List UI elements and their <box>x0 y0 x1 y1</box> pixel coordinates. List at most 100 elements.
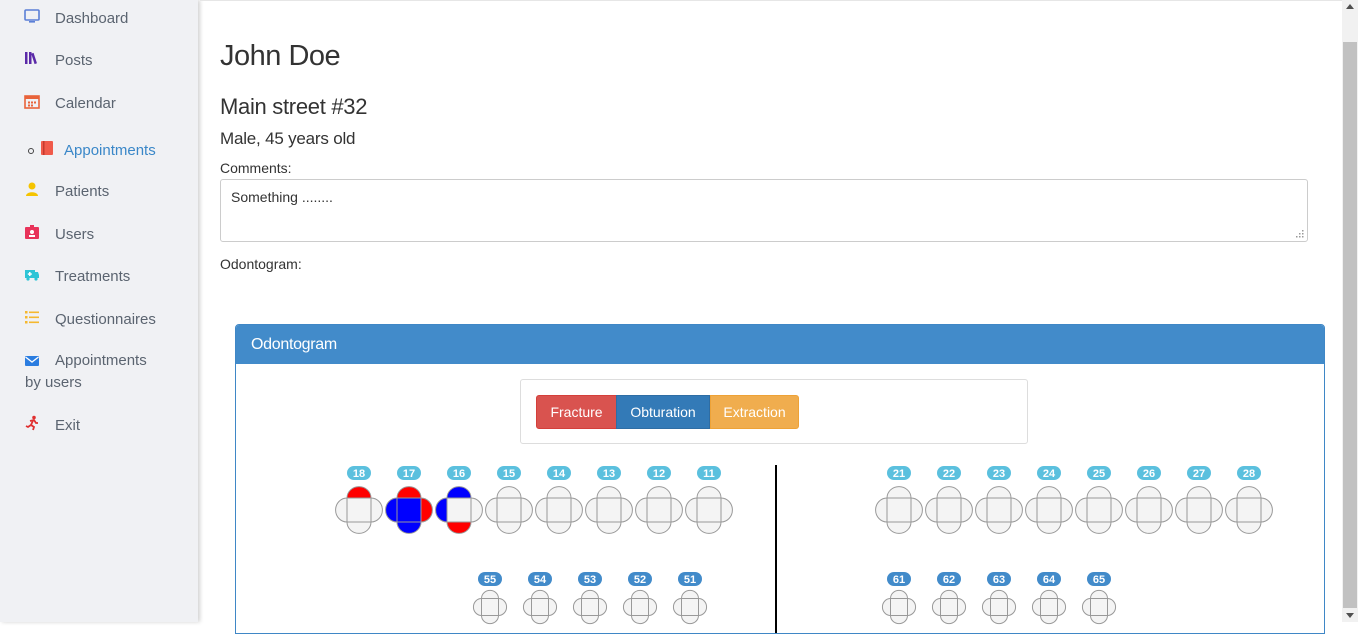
sidebar-item-label: Dashboard <box>55 10 129 27</box>
tooth[interactable] <box>535 486 583 534</box>
tooth[interactable] <box>585 486 633 534</box>
scroll-up-icon[interactable] <box>1346 4 1354 9</box>
sidebar-item-appointments-by-users[interactable]: Appointments by users <box>0 350 198 394</box>
books-icon <box>25 52 37 65</box>
tooth-number: 21 <box>893 468 905 480</box>
tooth-number: 12 <box>653 468 665 480</box>
tooth-number: 28 <box>1243 468 1255 480</box>
tooth-surface-center[interactable] <box>596 497 622 523</box>
tooth[interactable] <box>875 486 923 534</box>
sidebar-item-posts[interactable]: Posts <box>0 50 198 71</box>
sidebar-item-users[interactable]: Users <box>0 224 198 245</box>
tooth-surface-center[interactable] <box>481 598 499 616</box>
tooth-number: 51 <box>684 574 696 586</box>
tooth-number: 53 <box>584 574 596 586</box>
sidebar-item-label: Appointments <box>64 142 156 159</box>
sidebar-item-appointments[interactable]: Appointments <box>0 140 198 161</box>
sidebar-item-treatments[interactable]: Treatments <box>0 266 198 287</box>
calendar-icon <box>24 95 40 109</box>
sidebar-item-patients[interactable]: Patients <box>0 181 198 202</box>
tooth[interactable] <box>981 589 1017 625</box>
tooth[interactable] <box>672 589 708 625</box>
list-icon <box>25 311 39 324</box>
tooth-number: 13 <box>603 468 615 480</box>
sidebar-item-calendar[interactable]: Calendar <box>0 93 198 114</box>
tooth-surface-center[interactable] <box>940 598 958 616</box>
tooth[interactable] <box>931 589 967 625</box>
tooth[interactable] <box>335 486 383 534</box>
tooth[interactable] <box>522 589 558 625</box>
tooth-surface-center[interactable] <box>986 497 1012 523</box>
scroll-down-icon[interactable] <box>1346 613 1354 618</box>
tooth[interactable] <box>925 486 973 534</box>
tooth-surface-center[interactable] <box>886 497 912 523</box>
tooth-surface-center[interactable] <box>1236 497 1262 523</box>
tooth[interactable] <box>1031 589 1067 625</box>
tooth-surface-center[interactable] <box>936 497 962 523</box>
tooth-surface-center[interactable] <box>681 598 699 616</box>
id-card-icon <box>25 225 39 239</box>
tooth[interactable] <box>1125 486 1173 534</box>
tooth-surface-center[interactable] <box>396 497 422 523</box>
scroll-thumb[interactable] <box>1343 42 1357 608</box>
patient-name: John Doe <box>220 40 341 72</box>
book-icon <box>41 141 53 155</box>
sidebar-item-label: Calendar <box>55 95 116 112</box>
tooth-number: 17 <box>403 468 415 480</box>
tooth-surface-center[interactable] <box>1036 497 1062 523</box>
tooth[interactable] <box>385 486 433 534</box>
patient-info: Male, 45 years old <box>220 129 356 148</box>
resize-handle-icon[interactable] <box>1296 230 1304 238</box>
tooth-surface-center[interactable] <box>646 497 672 523</box>
tooth[interactable] <box>572 589 608 625</box>
sidebar-item-questionnaires[interactable]: Questionnaires <box>0 309 198 330</box>
tooth[interactable] <box>975 486 1023 534</box>
sidebar-item-label: Treatments <box>55 268 131 285</box>
tooth-surface-center[interactable] <box>496 497 522 523</box>
tooth-surface-center[interactable] <box>1136 497 1162 523</box>
tooth-surface-center[interactable] <box>631 598 649 616</box>
sidebar-item-exit[interactable]: Exit <box>0 415 198 436</box>
odontogram-label: Odontogram: <box>220 256 302 272</box>
tooth[interactable] <box>435 486 483 534</box>
main-content: John Doe Main street #32 Male, 45 years … <box>200 0 1342 634</box>
tooth-number: 14 <box>553 468 566 480</box>
comments-textarea[interactable]: Something ........ <box>220 179 1308 242</box>
tooth[interactable] <box>635 486 683 534</box>
tooth-surface-center[interactable] <box>581 598 599 616</box>
tooth-number: 23 <box>993 468 1005 480</box>
tooth[interactable] <box>485 486 533 534</box>
tooth[interactable] <box>1081 589 1117 625</box>
tooth-surface-center[interactable] <box>1086 497 1112 523</box>
tooth[interactable] <box>1175 486 1223 534</box>
tooth-number: 27 <box>1193 468 1205 480</box>
tooth-number: 52 <box>634 574 646 586</box>
tooth[interactable] <box>685 486 733 534</box>
tooth-surface-center[interactable] <box>1090 598 1108 616</box>
sidebar-item-label: Appointments by users <box>25 352 147 391</box>
user-icon <box>26 182 38 196</box>
vertical-scrollbar[interactable] <box>1342 0 1358 622</box>
sidebar-item-label: Exit <box>55 417 81 434</box>
tooth-surface-center[interactable] <box>446 497 472 523</box>
tooth-surface-center[interactable] <box>546 497 572 523</box>
active-bullet-icon <box>28 148 34 154</box>
tooth-surface-center[interactable] <box>696 497 722 523</box>
monitor-icon <box>24 9 40 23</box>
tooth-surface-center[interactable] <box>990 598 1008 616</box>
tooth-surface-center[interactable] <box>531 598 549 616</box>
tooth[interactable] <box>1075 486 1123 534</box>
tooth-surface-center[interactable] <box>1040 598 1058 616</box>
tooth-surface-center[interactable] <box>890 598 908 616</box>
tooth[interactable] <box>881 589 917 625</box>
tooth[interactable] <box>1225 486 1273 534</box>
tooth[interactable] <box>622 589 658 625</box>
tooth-number: 11 <box>703 468 715 480</box>
tooth-number: 25 <box>1093 468 1105 480</box>
sidebar-item-dashboard[interactable]: Dashboard <box>0 8 198 29</box>
tooth[interactable] <box>472 589 508 625</box>
sidebar-item-label: Patients <box>55 183 110 200</box>
tooth-surface-center[interactable] <box>1186 497 1212 523</box>
tooth[interactable] <box>1025 486 1073 534</box>
tooth-surface-center[interactable] <box>346 497 372 523</box>
